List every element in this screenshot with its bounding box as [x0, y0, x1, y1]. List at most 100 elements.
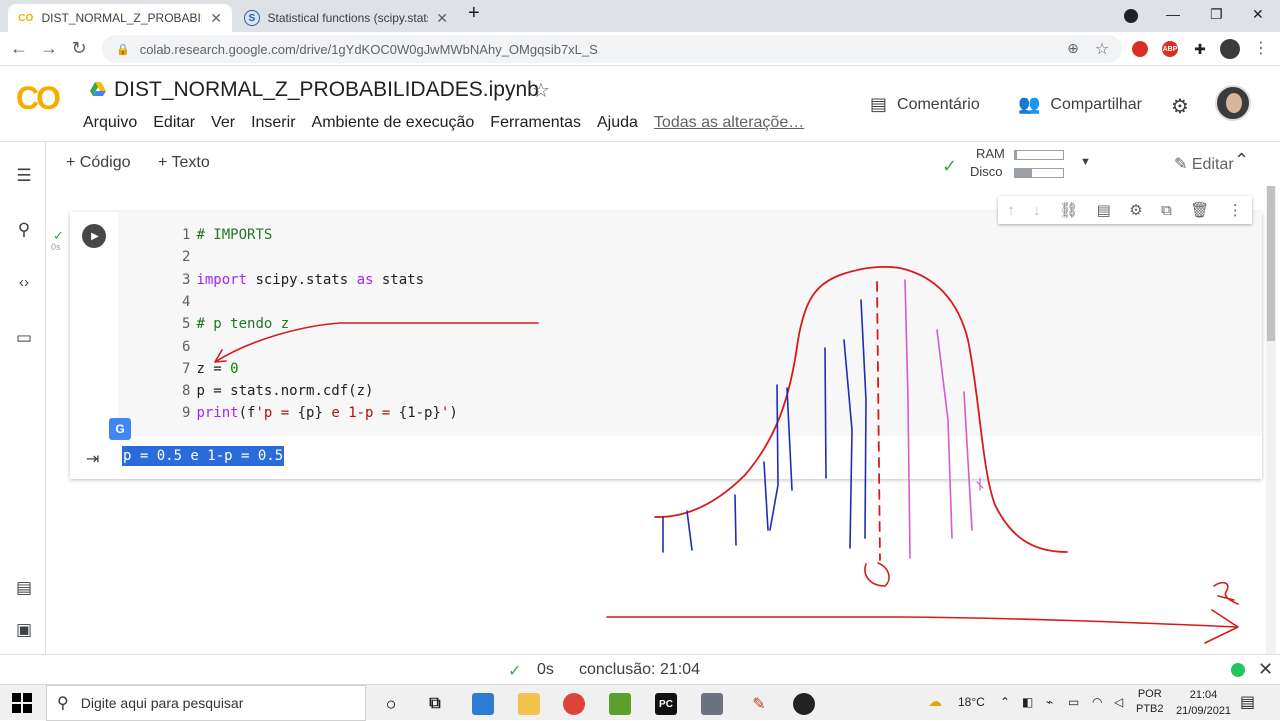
maximize-button[interactable]: ❐ [1210, 6, 1223, 23]
new-tab-button[interactable]: + [468, 2, 480, 25]
battery-icon[interactable]: ▭ [1068, 695, 1079, 709]
terminal-icon[interactable]: ▣ [13, 620, 35, 640]
windows-start-icon[interactable] [12, 693, 32, 713]
translate-icon[interactable]: G [109, 418, 131, 440]
comment-icon[interactable]: ▤ [1097, 201, 1111, 219]
menu-item-ver[interactable]: Ver [211, 114, 235, 132]
menu-item-editar[interactable]: Editar [153, 114, 195, 132]
tray-chevron-icon[interactable]: ⌃ [1000, 695, 1010, 709]
tab-colab[interactable]: CO DIST_NORMAL_Z_PROBABILIDADE ✕ [8, 4, 232, 32]
colab-logo[interactable]: CO [16, 80, 61, 117]
calculator-icon[interactable] [701, 693, 723, 715]
notepad-icon[interactable] [609, 693, 631, 715]
cortana-icon[interactable]: ○ [380, 693, 402, 715]
command-palette-icon[interactable]: ▤ [13, 578, 35, 598]
close-tab-icon[interactable]: ✕ [436, 10, 448, 27]
bookmark-star-icon[interactable]: ☆ [1091, 39, 1113, 59]
folder-icon[interactable]: ▭ [13, 328, 35, 348]
profile-menu-icon[interactable] [1124, 9, 1138, 23]
code-cell[interactable]: ▶ 1 # IMPORTS 2 3 import scipy.stats as stat… [70, 212, 1262, 479]
code-token: # IMPORTS [196, 227, 273, 243]
code-line[interactable]: 3 import scipy.stats as stats [182, 269, 424, 291]
zoom-icon[interactable]: ⊕ [1062, 40, 1084, 57]
share-button[interactable]: 👥 Compartilhar [1018, 94, 1142, 115]
taskbar-search[interactable]: ⚲ Digite aqui para pesquisar [46, 685, 366, 721]
clock[interactable]: 21:04 21/09/2021 [1176, 687, 1231, 719]
obs-icon[interactable] [793, 693, 815, 715]
forward-icon[interactable]: → [38, 38, 60, 59]
chrome-icon[interactable] [563, 693, 585, 715]
collapse-chevron-icon[interactable]: ⌃ [1234, 150, 1249, 171]
volume-icon[interactable]: ◁ [1114, 695, 1123, 709]
extensions-puzzle-icon[interactable]: ✚ [1192, 41, 1208, 57]
profile-avatar-icon[interactable] [1220, 39, 1240, 59]
avatar[interactable] [1215, 85, 1251, 121]
tab-scipy[interactable]: S Statistical functions (scipy.stats) - … [234, 4, 458, 32]
temperature[interactable]: 18°C [958, 695, 985, 709]
adblock-icon[interactable]: ABP [1162, 41, 1178, 57]
code-line[interactable]: 9 print(f'p = {p} e 1-p = {1-p}') [182, 402, 458, 424]
saved-status-link[interactable]: Todas as alteraçõe… [654, 114, 804, 132]
close-status-icon[interactable]: ✕ [1258, 659, 1273, 680]
weather-icon[interactable]: ☁ [928, 693, 942, 710]
add-code-button[interactable]: + Código [66, 154, 131, 172]
usb-icon[interactable]: ⌁ [1046, 695, 1053, 709]
code-line[interactable]: 1 # IMPORTS [182, 224, 272, 246]
minimize-button[interactable]: — [1166, 6, 1180, 22]
run-cell-button[interactable]: ▶ [82, 224, 106, 248]
delete-icon[interactable]: 🗑 [1190, 201, 1209, 219]
outlook-icon[interactable] [472, 693, 494, 715]
cell-editor[interactable]: 1 # IMPORTS 2 3 import scipy.stats as stats 4… [118, 212, 1262, 436]
comment-button[interactable]: ▤ Comentário [870, 94, 980, 115]
line-number: 7 [182, 360, 191, 377]
settings-icon[interactable]: ⚙ [1129, 201, 1142, 219]
link-icon[interactable]: ⛓ [1059, 201, 1078, 219]
close-window-button[interactable]: ✕ [1252, 6, 1264, 23]
notifications-icon[interactable]: ▤ [1240, 692, 1255, 712]
code-line[interactable]: 4 [182, 291, 196, 313]
search-icon[interactable]: ⚲ [13, 220, 35, 240]
menu-item-arquivo[interactable]: Arquivo [83, 114, 137, 132]
chevron-down-icon[interactable]: ▼ [1080, 156, 1091, 168]
code-line[interactable]: 7 z = 0 [182, 358, 239, 380]
task-view-icon[interactable]: ⧉ [424, 693, 446, 715]
menu-item-ajuda[interactable]: Ajuda [597, 114, 638, 132]
more-icon[interactable]: ⋮ [1228, 201, 1243, 219]
x-axis-arrow [606, 609, 1239, 644]
code-line[interactable]: 8 p = stats.norm.cdf(z) [182, 380, 373, 402]
tray-app-icon[interactable]: ◧ [1022, 695, 1033, 709]
address-bar[interactable]: 🔒 colab.research.google.com/drive/1gYdKO… [102, 35, 1122, 63]
menu-item-ferramentas[interactable]: Ferramentas [490, 114, 581, 132]
output-icon[interactable]: ⇥ [86, 449, 99, 469]
reload-icon[interactable]: ↻ [68, 38, 90, 59]
notebook-title[interactable]: DIST_NORMAL_Z_PROBABILIDADES.ipynb [114, 78, 539, 102]
disk-bar [1014, 168, 1064, 178]
mirror-cell-icon[interactable]: ⧉ [1161, 202, 1172, 219]
status-exec-time: 0s [537, 661, 554, 678]
drawing-app-icon[interactable]: ✎ [748, 693, 770, 715]
wifi-icon[interactable]: ◠ [1092, 695, 1102, 709]
scrollbar[interactable] [1266, 186, 1276, 654]
star-icon[interactable]: ☆ [532, 78, 550, 103]
back-icon[interactable]: ← [8, 38, 30, 59]
browser-menu-icon[interactable]: ⋮ [1250, 38, 1272, 58]
share-label: Compartilhar [1050, 95, 1143, 113]
close-tab-icon[interactable]: ✕ [210, 10, 222, 27]
code-line[interactable]: 5 # p tendo z [182, 313, 289, 335]
file-explorer-icon[interactable] [518, 693, 540, 715]
add-text-button[interactable]: + Texto [158, 154, 210, 172]
menu-item-inserir[interactable]: Inserir [251, 114, 295, 132]
edit-button[interactable]: ✎ Editar [1174, 154, 1234, 174]
language-indicator[interactable]: POR PTB2 [1136, 687, 1164, 717]
settings-gear-icon[interactable]: ⚙ [1171, 94, 1189, 119]
pycharm-icon[interactable]: PC [655, 693, 677, 715]
code-line[interactable]: 6 [182, 336, 196, 358]
menu-item-ambiente[interactable]: Ambiente de execução [312, 114, 475, 132]
move-up-icon[interactable]: ↑ [1007, 202, 1015, 219]
table-of-contents-icon[interactable]: ☰ [13, 166, 35, 186]
line-number: 4 [182, 293, 191, 310]
code-line[interactable]: 2 [182, 246, 196, 268]
code-snippets-icon[interactable]: ‹› [13, 274, 35, 291]
move-down-icon[interactable]: ↓ [1033, 202, 1041, 219]
extension-icon[interactable] [1132, 41, 1148, 57]
